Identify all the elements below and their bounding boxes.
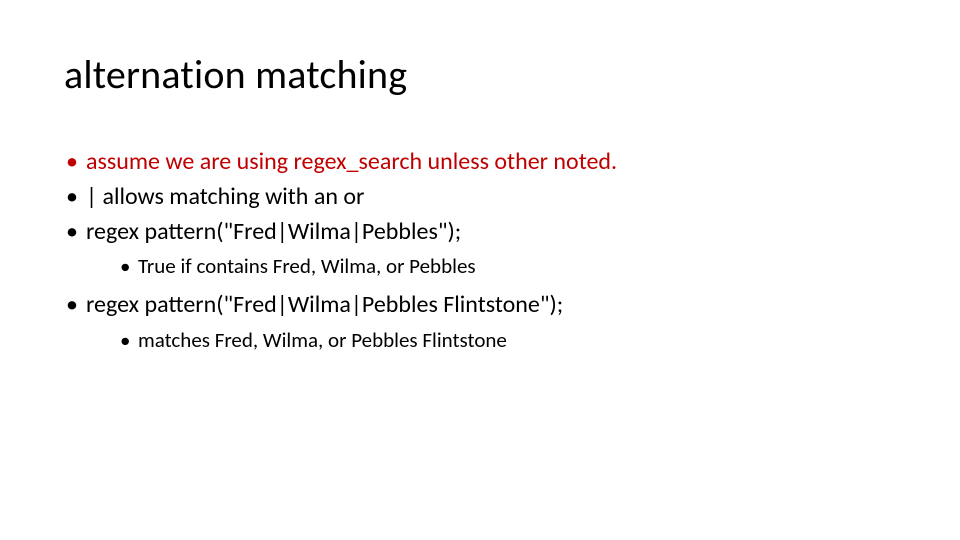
bullet-text: assume we are using regex_search unless … <box>86 147 617 176</box>
slide: alternation matching assume we are using… <box>0 0 960 540</box>
bullet-item: regex pattern("Fred|Wilma|Pebbles"); Tru… <box>64 215 896 282</box>
bullet-list: assume we are using regex_search unless … <box>64 145 896 355</box>
bullet-text: | allows matching with an or <box>86 182 364 211</box>
bullet-text: regex pattern("Fred|Wilma|Pebbles Flints… <box>86 290 563 319</box>
sub-bullet-item: True if contains Fred, Wilma, or Pebbles <box>118 251 896 281</box>
sub-bullet-list: True if contains Fred, Wilma, or Pebbles <box>118 251 896 281</box>
bullet-item: assume we are using regex_search unless … <box>64 145 896 180</box>
sub-bullet-item: matches Fred, Wilma, or Pebbles Flintsto… <box>118 325 896 355</box>
sub-bullet-text: True if contains Fred, Wilma, or Pebbles <box>138 253 476 279</box>
bullet-text: regex pattern("Fred|Wilma|Pebbles"); <box>86 217 461 246</box>
bullet-item: | allows matching with an or <box>64 180 896 215</box>
slide-title: alternation matching <box>64 50 896 99</box>
sub-bullet-list: matches Fred, Wilma, or Pebbles Flintsto… <box>118 325 896 355</box>
bullet-item: regex pattern("Fred|Wilma|Pebbles Flints… <box>64 288 896 355</box>
sub-bullet-text: matches Fred, Wilma, or Pebbles Flintsto… <box>138 327 507 353</box>
